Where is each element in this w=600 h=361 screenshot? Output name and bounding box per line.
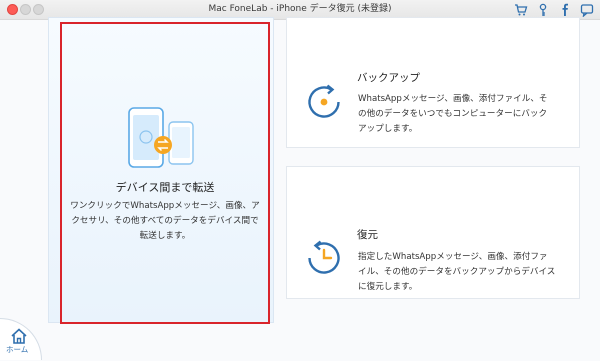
restore-icon bbox=[308, 240, 340, 274]
backup-desc-line: WhatsAppメッセージ、画像、添付ファイル、そ bbox=[358, 94, 548, 104]
phones-transfer-icon bbox=[128, 107, 194, 168]
restore-title: 復元 bbox=[357, 229, 378, 241]
restore-description: 指定したWhatsAppメッセージ、画像、添付ファ イル、その他のデータをバック… bbox=[358, 250, 578, 295]
key-icon[interactable] bbox=[536, 3, 550, 17]
transfer-desc-line: 転送します。 bbox=[139, 231, 191, 241]
restore-desc-line: 指定したWhatsAppメッセージ、画像、添付ファ bbox=[358, 252, 548, 262]
transfer-desc-line: クセサリ、その他すべてのデータをデバイス間で bbox=[71, 216, 259, 226]
window-title: Mac FoneLab - iPhone データ復元 (未登録) bbox=[208, 4, 392, 14]
restore-desc-line: イル、その他のデータをバックアップからデバイス bbox=[358, 267, 556, 277]
backup-description: WhatsAppメッセージ、画像、添付ファイル、そ の他のデータをいつでもコンピ… bbox=[358, 92, 578, 137]
chat-icon[interactable] bbox=[580, 3, 594, 17]
toolbar-icons bbox=[514, 2, 594, 18]
restore-desc-line: に復元します。 bbox=[358, 282, 418, 292]
backup-icon bbox=[308, 84, 340, 118]
cart-icon[interactable] bbox=[514, 3, 528, 17]
transfer-description: ワンクリックでWhatsAppメッセージ、画像、ア クセサリ、その他すべてのデー… bbox=[58, 199, 272, 244]
facebook-icon[interactable] bbox=[558, 3, 572, 17]
transfer-title: デバイス間まで転送 bbox=[115, 181, 215, 194]
transfer-desc-line: ワンクリックでWhatsAppメッセージ、画像、ア bbox=[70, 201, 260, 211]
home-label: ホーム bbox=[6, 345, 29, 354]
backup-desc-line: アップします。 bbox=[358, 124, 418, 134]
home-icon bbox=[11, 328, 27, 344]
transfer-card[interactable] bbox=[48, 17, 274, 323]
backup-title: バックアップ bbox=[357, 72, 420, 84]
backup-desc-line: の他のデータをいつでもコンピューターにバック bbox=[358, 109, 548, 119]
